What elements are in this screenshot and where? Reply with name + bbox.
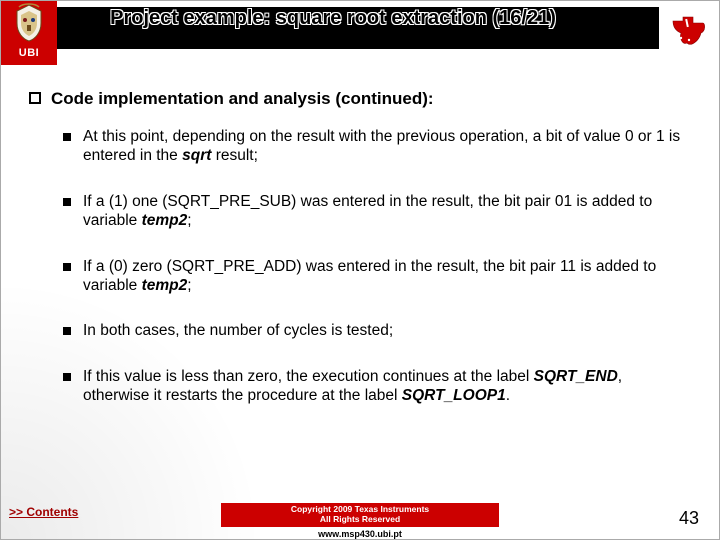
list-item-text: At this point, depending on the result w… [83,128,680,164]
slide-body: Code implementation and analysis (contin… [1,65,719,405]
list-item-em: SQRT_LOOP1 [402,387,506,404]
copyright-line-1: Copyright 2009 Texas Instruments [291,504,429,514]
ubi-label: UBI [19,47,39,59]
section-heading-text: Code implementation and analysis (contin… [51,89,434,109]
header: UBI Project example: square root extract… [1,1,719,65]
header-left-red-band: UBI [1,1,57,65]
footer-copyright-bar: Copyright 2009 Texas Instruments All Rig… [221,503,499,527]
contents-link[interactable]: >> Contents [9,505,78,519]
list-item: If a (1) one (SQRT_PRE_SUB) was entered … [63,192,691,231]
list-item-em: temp2 [142,277,188,294]
list-item: In both cases, the number of cycles is t… [63,321,691,340]
copyright-line-2: All Rights Reserved [320,514,400,524]
list-item: At this point, depending on the result w… [63,127,691,166]
hollow-square-bullet-icon [29,92,41,104]
list-item-text: ; [187,277,191,294]
bullet-list: At this point, depending on the result w… [29,127,691,405]
slide: UBI Project example: square root extract… [0,0,720,540]
list-item-text: If this value is less than zero, the exe… [83,368,534,385]
ubi-crest-icon [9,3,49,43]
header-mid: Project example: square root extraction … [57,1,659,65]
footer: >> Contents Copyright 2009 Texas Instrum… [1,499,719,539]
list-item: If a (0) zero (SQRT_PRE_ADD) was entered… [63,257,691,296]
list-item-em: sqrt [182,147,211,164]
footer-url: www.msp430.ubi.pt [1,529,719,539]
slide-number: 43 [679,508,699,529]
list-item-em: SQRT_END [534,368,618,385]
header-right [659,1,719,65]
list-item-text: ; [187,212,191,229]
list-item-text: In both cases, the number of cycles is t… [83,322,393,339]
list-item: If this value is less than zero, the exe… [63,367,691,406]
ti-logo-icon [669,9,709,49]
list-item-text: . [506,387,510,404]
list-item-text: result; [211,147,258,164]
section-heading: Code implementation and analysis (contin… [29,89,691,109]
slide-title: Project example: square root extraction … [57,1,659,29]
list-item-em: temp2 [142,212,188,229]
